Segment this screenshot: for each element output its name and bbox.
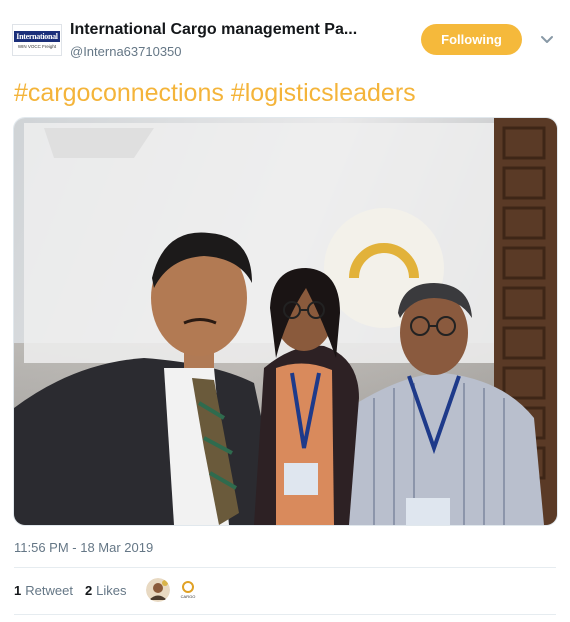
author-name[interactable]: International Cargo management Pa... bbox=[70, 21, 357, 39]
author-avatar[interactable]: International WIN VOCC Freight bbox=[12, 24, 62, 56]
avatar-logo-subtext: WIN VOCC Freight bbox=[17, 44, 57, 49]
liker-avatar[interactable] bbox=[146, 578, 170, 602]
liker-avatars: CARGO bbox=[146, 578, 200, 602]
tweet-header: International WIN VOCC Freight Internati… bbox=[0, 0, 570, 76]
liker-avatar[interactable]: CARGO bbox=[176, 578, 200, 602]
retweet-label: Retweet bbox=[25, 583, 73, 598]
author-handle[interactable]: @Interna63710350 bbox=[70, 44, 182, 59]
tweet-photo[interactable] bbox=[13, 117, 558, 526]
retweet-stat[interactable]: 1 Retweet bbox=[14, 583, 73, 598]
selfie-photo-image bbox=[14, 118, 557, 525]
liker-avatar-text: CARGO bbox=[181, 594, 196, 599]
likes-stat[interactable]: 2 Likes bbox=[85, 583, 127, 598]
likes-label: Likes bbox=[96, 583, 127, 598]
likes-count: 2 bbox=[84, 583, 93, 598]
tweet-text: #cargoconnections #logisticsleaders bbox=[14, 79, 416, 108]
chevron-down-icon[interactable] bbox=[540, 33, 554, 47]
tweet-timestamp[interactable]: 11:56 PM - 18 Mar 2019 bbox=[14, 540, 153, 555]
hashtag-link[interactable]: #cargoconnections bbox=[14, 79, 224, 107]
avatar-logo-text: International bbox=[14, 31, 60, 42]
retweet-count: 1 bbox=[14, 583, 22, 598]
following-button[interactable]: Following bbox=[421, 24, 522, 55]
tweet-stats: 1 Retweet 2 Likes bbox=[14, 583, 139, 598]
divider bbox=[14, 567, 556, 568]
divider bbox=[14, 614, 556, 615]
hashtag-link[interactable]: #logisticsleaders bbox=[231, 79, 416, 107]
